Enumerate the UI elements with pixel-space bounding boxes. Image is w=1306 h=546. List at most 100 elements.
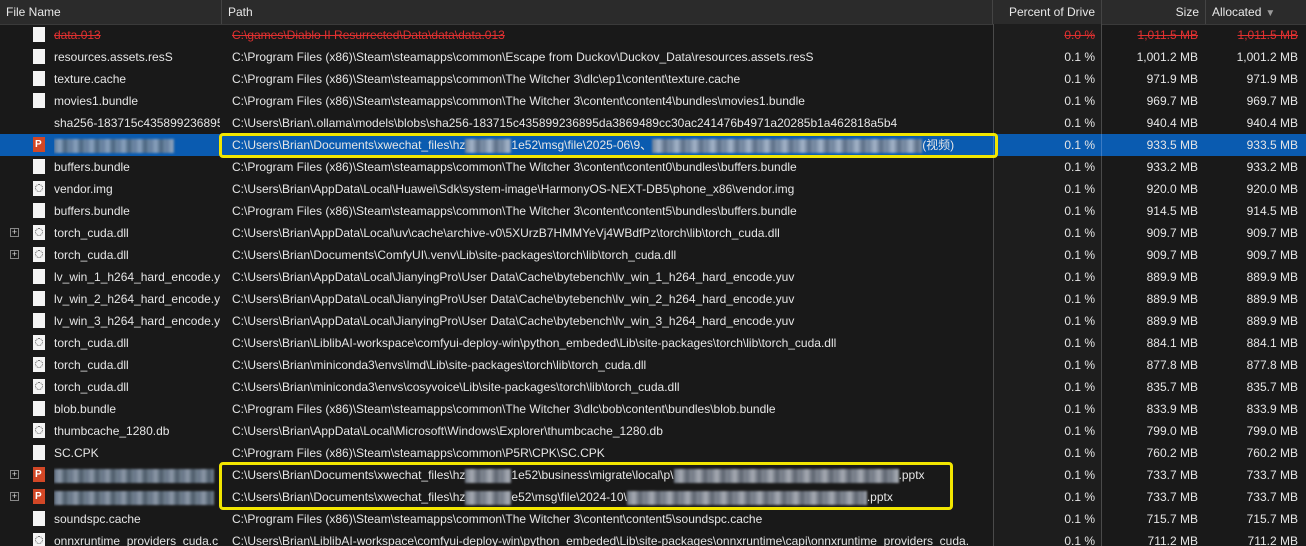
file-name: vendor.img: [54, 182, 113, 196]
percent-of-drive-cell: 0.1 %: [993, 288, 1102, 310]
file-name: texture.cache: [54, 72, 127, 86]
table-row[interactable]: vendor.img C:\Users\Brian\AppData\Local\H…: [0, 178, 1306, 200]
table-row[interactable]: movies1.bundle C:\Program Files (x86)\Ste…: [0, 90, 1306, 112]
file-name-cell: torch_cuda.dll: [0, 332, 220, 354]
file-path-cell: C:\Users\Brian\miniconda3\envs\lmd\Lib\s…: [232, 358, 647, 372]
table-row[interactable]: buffers.bundle C:\Program Files (x86)\Ste…: [0, 156, 1306, 178]
percent-of-drive-cell: 0.1 %: [993, 244, 1102, 266]
expand-icon[interactable]: +: [10, 492, 19, 501]
file-name-cell: lv_win_1_h264_hard_encode.yu: [0, 266, 220, 288]
table-row[interactable]: + torch_cuda.dll C:\Users\Brian\Documents\…: [0, 244, 1306, 266]
column-header-path[interactable]: Path: [222, 0, 993, 24]
file-path-cell: C:\Program Files (x86)\Steam\steamapps\c…: [232, 512, 763, 526]
file-name: lv_win_1_h264_hard_encode.yu: [54, 270, 220, 284]
allocated-cell: 909.7 MB: [1246, 248, 1298, 262]
redacted-text: [465, 138, 512, 153]
file-name: torch_cuda.dll: [54, 358, 129, 372]
file-name: sha256-183715c435899236895d: [54, 116, 220, 130]
table-row[interactable]: buffers.bundle C:\Program Files (x86)\Ste…: [0, 200, 1306, 222]
table-row[interactable]: lv_win_3_h264_hard_encode.yu C:\Users\Bri…: [0, 310, 1306, 332]
file-path-cell: C:\Users\Brian\.ollama\models\blobs\sha2…: [232, 116, 898, 130]
size-cell: 933.5 MB: [1146, 138, 1198, 152]
file-icon: [33, 203, 45, 218]
table-row[interactable]: blob.bundle C:\Program Files (x86)\Steam\…: [0, 398, 1306, 420]
file-path-cell: C:\Users\Brian\miniconda3\envs\cosyvoice…: [232, 380, 680, 394]
size-cell: 969.7 MB: [1146, 94, 1198, 108]
redacted-text: [652, 138, 923, 153]
table-row[interactable]: torch_cuda.dll C:\Users\Brian\LiblibAI-wo…: [0, 332, 1306, 354]
path-segment: C:\Users\Brian\Documents\xwechat_files\h…: [232, 138, 466, 152]
pptx-icon: [33, 489, 45, 504]
file-name: thumbcache_1280.db: [54, 424, 170, 438]
table-row[interactable]: onnxruntime_providers_cuda.c C:\Users\Bri…: [0, 530, 1306, 546]
table-row[interactable]: + C:\Users\Brian\Documents\xwechat_files\…: [0, 464, 1306, 486]
path-segment: C:\Users\Brian\Documents\xwechat_files\h…: [232, 490, 466, 504]
file-path-cell: C:\Program Files (x86)\Steam\steamapps\c…: [232, 72, 741, 86]
table-row[interactable]: data.013 C:\games\Diablo II Resurrected\D…: [0, 24, 1306, 46]
allocated-cell: 920.0 MB: [1246, 182, 1298, 196]
size-cell: 971.9 MB: [1146, 72, 1198, 86]
size-cell: 909.7 MB: [1146, 248, 1198, 262]
file-name: torch_cuda.dll: [54, 380, 129, 394]
allocated-cell: 733.7 MB: [1246, 468, 1298, 482]
file-name-cell: [0, 134, 220, 156]
file-name: movies1.bundle: [54, 94, 139, 108]
table-row[interactable]: torch_cuda.dll C:\Users\Brian\miniconda3\…: [0, 354, 1306, 376]
file-icon: [33, 49, 45, 64]
file-name-cell: torch_cuda.dll: [0, 376, 220, 398]
file-list-grid: File Name Path Percent of Drive Size All…: [0, 0, 1306, 546]
file-name-cell: + torch_cuda.dll: [0, 222, 220, 244]
file-icon: [33, 401, 45, 416]
gear-file-icon: [33, 379, 45, 394]
gear-file-icon: [33, 247, 45, 262]
table-row[interactable]: + C:\Users\Brian\Documents\xwechat_files\…: [0, 486, 1306, 508]
file-name-cell: + torch_cuda.dll: [0, 244, 220, 266]
table-row[interactable]: torch_cuda.dll C:\Users\Brian\miniconda3\…: [0, 376, 1306, 398]
size-cell: 711.2 MB: [1147, 534, 1198, 546]
percent-of-drive-cell: 0.1 %: [993, 376, 1102, 398]
file-name: resources.assets.resS: [54, 50, 173, 64]
percent-of-drive-cell: 0.1 %: [993, 420, 1102, 442]
file-path-cell: C:\Users\Brian\AppData\Local\JianyingPro…: [232, 314, 795, 328]
size-cell: 733.7 MB: [1146, 468, 1198, 482]
path-segment: .pptx: [898, 468, 925, 482]
file-icon: [33, 511, 45, 526]
size-cell: 799.0 MB: [1146, 424, 1198, 438]
table-row[interactable]: soundspc.cache C:\Program Files (x86)\Ste…: [0, 508, 1306, 530]
file-name: [54, 486, 220, 508]
gear-file-icon: [33, 181, 45, 196]
allocated-cell: 933.2 MB: [1246, 160, 1298, 174]
table-row[interactable]: sha256-183715c435899236895d C:\Users\Bria…: [0, 112, 1306, 134]
pptx-icon: [33, 467, 45, 482]
size-cell: 733.7 MB: [1146, 490, 1198, 504]
percent-of-drive-cell: 0.1 %: [993, 486, 1102, 508]
allocated-cell: 835.7 MB: [1246, 380, 1298, 394]
percent-of-drive-cell: 0.1 %: [993, 200, 1102, 222]
table-row[interactable]: thumbcache_1280.db C:\Users\Brian\AppData…: [0, 420, 1306, 442]
sort-descending-icon: ▼: [1265, 8, 1276, 19]
table-row[interactable]: resources.assets.resS C:\Program Files (x…: [0, 46, 1306, 68]
table-row[interactable]: lv_win_1_h264_hard_encode.yu C:\Users\Bri…: [0, 266, 1306, 288]
column-header-size[interactable]: Size: [1102, 0, 1206, 24]
column-header-file-name[interactable]: File Name: [0, 0, 222, 24]
allocated-cell: 971.9 MB: [1246, 72, 1298, 86]
file-name-cell: blob.bundle: [0, 398, 220, 420]
table-row[interactable]: lv_win_2_h264_hard_encode.yu C:\Users\Bri…: [0, 288, 1306, 310]
file-icon: [33, 71, 45, 86]
path-segment: e52\msg\file\2024-10\: [511, 490, 627, 504]
table-row[interactable]: + torch_cuda.dll C:\Users\Brian\AppData\Lo…: [0, 222, 1306, 244]
percent-of-drive-cell: 0.1 %: [993, 530, 1102, 546]
table-row[interactable]: texture.cache C:\Program Files (x86)\Stea…: [0, 68, 1306, 90]
size-cell: 1,001.2 MB: [1136, 50, 1198, 64]
column-header-allocated[interactable]: Allocated ▼: [1206, 0, 1306, 24]
allocated-cell: 877.8 MB: [1246, 358, 1298, 372]
expand-icon[interactable]: +: [10, 250, 19, 259]
column-header-percent[interactable]: Percent of Drive: [993, 0, 1102, 24]
allocated-cell: 933.5 MB: [1246, 138, 1298, 152]
table-row[interactable]: SC.CPK C:\Program Files (x86)\Steam\steam…: [0, 442, 1306, 464]
table-row[interactable]: C:\Users\Brian\Documents\xwechat_files\h…: [0, 134, 1306, 156]
expand-icon[interactable]: +: [10, 228, 19, 237]
expand-icon[interactable]: +: [10, 470, 19, 479]
allocated-cell: 889.9 MB: [1246, 292, 1298, 306]
gear-file-icon: [33, 423, 45, 438]
